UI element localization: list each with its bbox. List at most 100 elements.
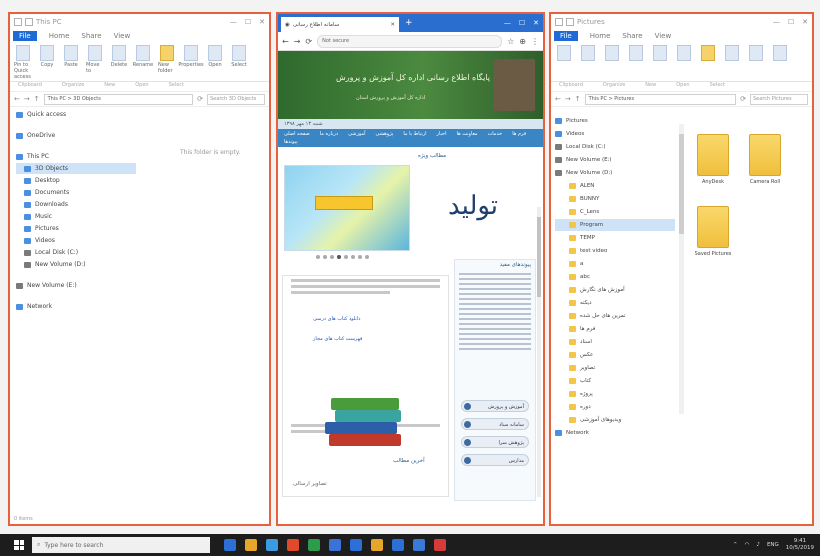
nav-item[interactable]: test video: [555, 245, 675, 257]
folder-item[interactable]: AnyDesk: [693, 134, 733, 185]
nav-item[interactable]: عکس: [555, 349, 675, 361]
pinned-app-icon[interactable]: [434, 539, 446, 551]
pinned-app-icon[interactable]: [392, 539, 404, 551]
quick-link-pill[interactable]: سامانه سناد: [461, 418, 529, 430]
search-input[interactable]: Search Pictures: [750, 93, 808, 105]
slider-dots[interactable]: [316, 255, 369, 259]
nav-item[interactable]: فرم ها: [555, 323, 675, 335]
nav-item[interactable]: a: [555, 258, 675, 270]
tab-file[interactable]: File: [554, 31, 578, 41]
copy-button[interactable]: [579, 45, 597, 62]
nav-item-this-pc[interactable]: This PC: [16, 151, 136, 162]
new-tab-button[interactable]: +: [399, 14, 419, 32]
nav-item[interactable]: Pictures: [555, 115, 675, 127]
maximize-icon[interactable]: ☐: [245, 18, 251, 26]
refresh-icon[interactable]: ⟳: [197, 95, 203, 103]
minimize-icon[interactable]: —: [230, 18, 237, 26]
pinned-app-icon[interactable]: [329, 539, 341, 551]
back-icon[interactable]: ←: [282, 37, 289, 46]
nav-item-quick-access[interactable]: Quick access: [16, 109, 136, 120]
nav-item[interactable]: BUNNY: [555, 193, 675, 205]
up-icon[interactable]: ↑: [34, 95, 40, 103]
nav-item[interactable]: اسناد: [555, 336, 675, 348]
nav-item[interactable]: دیکته: [555, 297, 675, 309]
image-slider[interactable]: [284, 165, 410, 251]
menu-item-research[interactable]: پژوهشی: [376, 131, 394, 137]
quick-access-toolbar-icon[interactable]: [555, 18, 563, 26]
pinned-app-icon[interactable]: [287, 539, 299, 551]
folder-item[interactable]: Camera Roll: [745, 134, 785, 185]
nav-item[interactable]: کتاب: [555, 375, 675, 387]
pinned-app-icon[interactable]: [371, 539, 383, 551]
close-icon[interactable]: ✕: [259, 18, 265, 26]
pinned-app-icon[interactable]: [308, 539, 320, 551]
move-to-button[interactable]: [627, 45, 645, 62]
nav-item-desktop[interactable]: Desktop: [16, 175, 136, 186]
nav-item[interactable]: TEMP: [555, 232, 675, 244]
news-link[interactable]: فهرست کتاب های مجاز: [313, 336, 362, 342]
nav-item[interactable]: تمرین های حل شده: [555, 310, 675, 322]
nav-item[interactable]: پروژه: [555, 388, 675, 400]
back-icon[interactable]: ←: [14, 95, 20, 103]
properties-button[interactable]: Properties: [178, 45, 204, 68]
pinned-app-icon[interactable]: [266, 539, 278, 551]
select-button[interactable]: Select: [230, 45, 248, 68]
menu-item-home[interactable]: صفحه اصلی: [284, 131, 310, 137]
nav-item-documents[interactable]: Documents: [16, 187, 136, 198]
nav-item[interactable]: New Volume (D:): [555, 167, 675, 179]
properties-button[interactable]: [747, 45, 765, 62]
quick-link-pill[interactable]: آموزش و پرورش: [461, 400, 529, 412]
nav-item[interactable]: Local Disk (C:): [555, 141, 675, 153]
nav-item[interactable]: Program: [555, 219, 675, 231]
taskbar-search[interactable]: ⌕ Type here to search: [32, 537, 210, 553]
new-folder-button[interactable]: [699, 45, 717, 62]
nav-item[interactable]: آموزش های نگارش: [555, 284, 675, 296]
tab-file[interactable]: File: [13, 31, 37, 41]
nav-item[interactable]: Network: [555, 427, 675, 439]
nav-item[interactable]: Videos: [555, 128, 675, 140]
nav-item-pictures[interactable]: Pictures: [16, 223, 136, 234]
close-icon[interactable]: ✕: [802, 18, 808, 26]
new-folder-button[interactable]: New folder: [158, 45, 176, 74]
tab-view[interactable]: View: [655, 32, 672, 40]
nav-scrollbar[interactable]: [679, 124, 684, 414]
delete-button[interactable]: Delete: [110, 45, 128, 68]
quick-access-toolbar-icon[interactable]: [14, 18, 22, 26]
clock[interactable]: 9:41 10/5/2019: [786, 538, 814, 552]
nav-item[interactable]: C_Lens: [555, 206, 675, 218]
menu-item-links[interactable]: پیوندها: [284, 139, 298, 145]
browser-tab[interactable]: ◉ سامانه اطلاع رسانی ✕: [281, 17, 399, 32]
minimize-icon[interactable]: —: [773, 18, 780, 26]
menu-item-education[interactable]: آموزشی: [348, 131, 365, 137]
nav-item-videos[interactable]: Videos: [16, 235, 136, 246]
nav-item-music[interactable]: Music: [16, 211, 136, 222]
nav-item-network[interactable]: Network: [16, 301, 136, 312]
language-indicator[interactable]: ENG: [767, 542, 779, 548]
folder-item[interactable]: Saved Pictures: [693, 206, 733, 257]
volume-icon[interactable]: ♪: [756, 542, 760, 548]
pin-button[interactable]: [555, 45, 573, 62]
nav-item-onedrive[interactable]: OneDrive: [16, 130, 136, 141]
forward-icon[interactable]: →: [565, 95, 571, 103]
extensions-icon[interactable]: ⊕: [519, 37, 526, 46]
tab-share[interactable]: Share: [81, 32, 101, 40]
nav-item-new-volume-d[interactable]: New Volume (D:): [16, 259, 136, 270]
up-icon[interactable]: ↑: [575, 95, 581, 103]
nav-item[interactable]: ALEN: [555, 180, 675, 192]
refresh-icon[interactable]: ⟳: [740, 95, 746, 103]
pin-button[interactable]: Pin to Quick access: [14, 45, 32, 80]
quick-link-pill[interactable]: مدارس: [461, 454, 529, 466]
nav-item[interactable]: ویدیوهای آموزشی: [555, 414, 675, 426]
url-bar[interactable]: Not secure: [317, 34, 503, 48]
menu-item-departments[interactable]: معاونت ها: [456, 131, 477, 137]
pinned-app-icon[interactable]: [245, 539, 257, 551]
rename-button[interactable]: [675, 45, 693, 62]
menu-item-news[interactable]: اخبار: [437, 131, 447, 137]
tab-home[interactable]: Home: [49, 32, 70, 40]
easy-access-button[interactable]: [723, 45, 741, 62]
nav-item-new-volume-e[interactable]: New Volume (E:): [16, 280, 136, 291]
paste-button[interactable]: [603, 45, 621, 62]
pinned-app-icon[interactable]: [224, 539, 236, 551]
network-icon[interactable]: ◠: [745, 542, 750, 548]
tab-view[interactable]: View: [114, 32, 131, 40]
